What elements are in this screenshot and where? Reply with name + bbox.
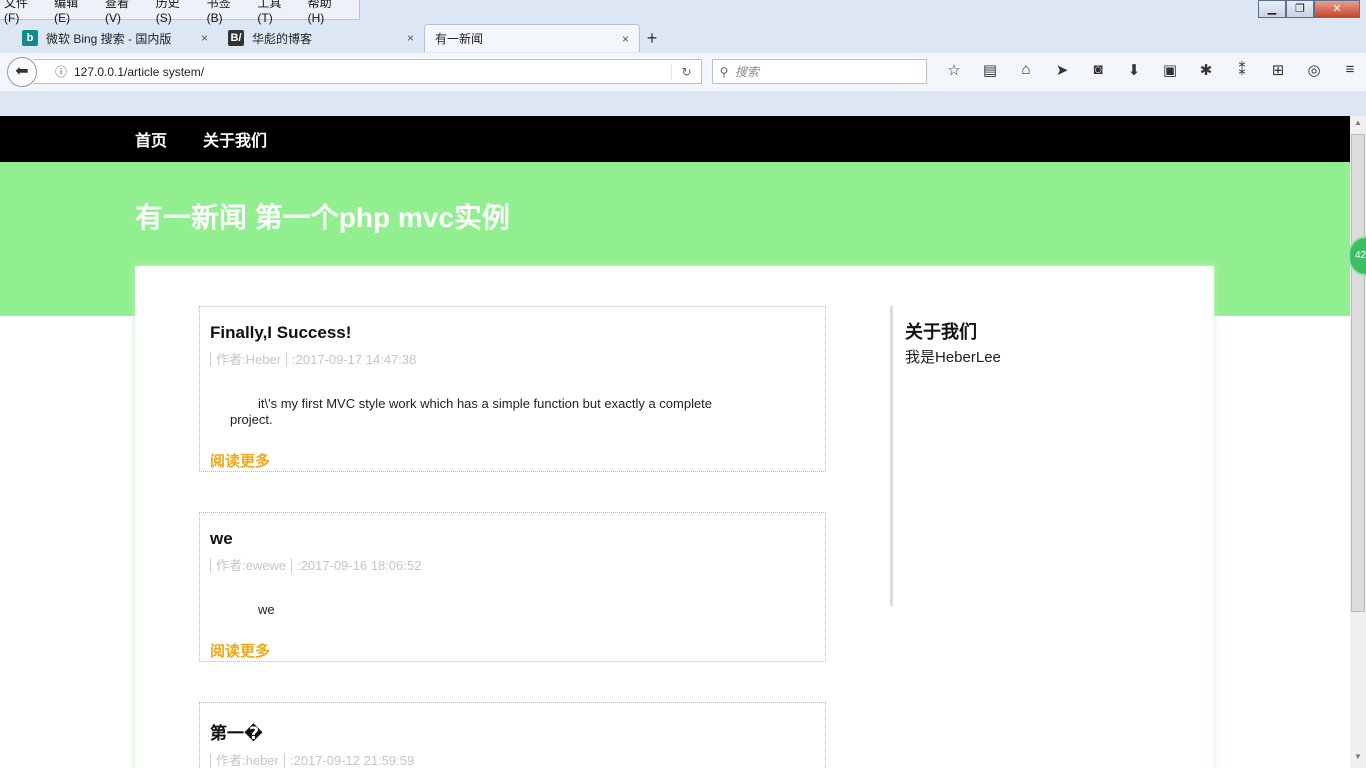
search-icon: ⚲ <box>719 64 729 79</box>
restore-button[interactable]: ❐ <box>1286 0 1314 18</box>
scrollbar-thumb[interactable] <box>1351 134 1365 612</box>
menu-bar: 文件(F) 编辑(E) 查看(V) 历史(S) 书签(B) 工具(T) 帮助(H… <box>0 0 360 25</box>
article-meta: 作者:Heber:2017-09-17 14:47:38 <box>210 349 815 368</box>
new-tab-button[interactable]: + <box>640 24 664 52</box>
scroll-down-icon[interactable]: ▼ <box>1350 752 1366 766</box>
scroll-up-icon[interactable]: ▲ <box>1350 118 1366 132</box>
article-date: :2017-09-17 14:47:38 <box>286 352 422 367</box>
article-date: :2017-09-16 18:06:52 <box>291 558 427 573</box>
menu-view[interactable]: 查看(V) <box>105 0 143 25</box>
pocket-icon[interactable]: ◙ <box>1080 61 1116 79</box>
tab-blog[interactable]: B/ 华彪的博客 × <box>218 24 424 52</box>
menu-tools[interactable]: 工具(T) <box>257 0 294 25</box>
sidebar-title: 关于我们 <box>905 322 977 342</box>
info-icon[interactable]: ⓘ <box>48 63 74 80</box>
tab-close-icon[interactable]: × <box>201 31 208 45</box>
address-bar[interactable]: ⓘ 127.0.0.1/article system/ ↻ <box>34 59 702 84</box>
tab-close-icon[interactable]: × <box>622 32 629 46</box>
menu-help[interactable]: 帮助(H) <box>308 0 346 25</box>
article-title[interactable]: Finally,I Success! <box>210 323 815 343</box>
article-author: 作者:ewewe <box>210 558 292 573</box>
blog-icon: B/ <box>228 30 244 46</box>
window-controls: ▁ ❐ ✕ <box>1258 0 1360 18</box>
search-placeholder: 搜索 <box>735 65 760 79</box>
menu-bookmarks[interactable]: 书签(B) <box>207 0 245 25</box>
browser-chrome: 文件(F) 编辑(E) 查看(V) 历史(S) 书签(B) 工具(T) 帮助(H… <box>0 0 1366 116</box>
about-sidebar: 关于我们 我是HeberLee <box>890 306 1001 606</box>
tab-title: 华彪的博客 <box>252 31 313 46</box>
reading-list-icon[interactable]: ▤ <box>972 61 1008 79</box>
minimize-button[interactable]: ▁ <box>1258 0 1286 18</box>
sidebar-text: 我是HeberLee <box>905 349 1001 366</box>
article-card: 第一� 作者:heber:2017-09-12 21:59:59 <box>199 702 826 768</box>
bing-icon: b <box>22 30 38 46</box>
tab-bing[interactable]: b 微软 Bing 搜索 - 国内版 × <box>12 24 218 52</box>
article-card: we 作者:ewewe:2017-09-16 18:06:52 we 阅读更多 <box>199 512 826 662</box>
tab-news-active[interactable]: 有一新闻 × <box>424 24 640 52</box>
read-more-link[interactable]: 阅读更多 <box>210 643 270 660</box>
article-meta: 作者:ewewe:2017-09-16 18:06:52 <box>210 555 815 574</box>
home-icon[interactable]: ⌂ <box>1008 61 1044 79</box>
site-nav: 首页 关于我们 <box>0 116 1350 162</box>
article-meta: 作者:heber:2017-09-12 21:59:59 <box>210 750 815 768</box>
menu-history[interactable]: 历史(S) <box>156 0 194 25</box>
article-author: 作者:Heber <box>210 352 287 367</box>
back-button[interactable]: ⬅ <box>7 57 37 87</box>
read-more-link[interactable]: 阅读更多 <box>210 453 270 470</box>
article-card: Finally,I Success! 作者:Heber:2017-09-17 1… <box>199 306 826 472</box>
navigation-toolbar: ⓘ 127.0.0.1/article system/ ↻ ⬅ ⚲ 搜索 ☆ ▤… <box>0 53 1366 91</box>
menu-file[interactable]: 文件(F) <box>4 0 41 25</box>
tab-title: 微软 Bing 搜索 - 国内版 <box>46 31 172 46</box>
hamburger-menu-icon[interactable]: ≡ <box>1332 61 1366 79</box>
tab-close-icon[interactable]: × <box>407 31 414 45</box>
bug-icon[interactable]: ✱ <box>1188 61 1224 79</box>
close-window-button[interactable]: ✕ <box>1314 0 1360 18</box>
search-box[interactable]: ⚲ 搜索 <box>712 59 927 84</box>
back-arrow-icon: ⬅ <box>15 63 29 80</box>
article-title[interactable]: 第一� <box>210 719 815 744</box>
content-panel: Finally,I Success! 作者:Heber:2017-09-17 1… <box>135 266 1214 768</box>
reader-icon[interactable]: ▣ <box>1152 61 1188 79</box>
article-title[interactable]: we <box>210 529 815 549</box>
nav-home-link[interactable]: 首页 <box>135 127 167 151</box>
nav-about-link[interactable]: 关于我们 <box>203 127 267 151</box>
article-abstract: we <box>258 602 275 617</box>
send-icon[interactable]: ➤ <box>1044 61 1080 79</box>
menu-edit[interactable]: 编辑(E) <box>54 0 92 25</box>
article-author: 作者:heber <box>210 753 284 768</box>
web-page: 首页 关于我们 有一新闻 第一个php mvc实例 Finally,I Succ… <box>0 116 1350 768</box>
download-icon[interactable]: ⬇ <box>1116 61 1152 79</box>
tab-title: 有一新闻 <box>435 32 484 46</box>
bookmark-star-icon[interactable]: ☆ <box>936 61 972 79</box>
footprints-icon[interactable]: ⁑ <box>1224 61 1260 79</box>
tab-strip: b 微软 Bing 搜索 - 国内版 × B/ 华彪的博客 × 有一新闻 × + <box>12 24 664 52</box>
article-abstract: it\'s my first MVC style work which has … <box>230 396 713 427</box>
toolbar-icons: ☆ ▤ ⌂ ➤ ◙ ⬇ ▣ ✱ ⁑ ⊞ ◎ ≡ <box>936 61 1366 79</box>
reload-icon[interactable]: ↻ <box>671 64 701 79</box>
page-scrollbar[interactable]: ▲ ▼ <box>1350 116 1366 768</box>
sync-icon[interactable]: ◎ <box>1296 61 1332 79</box>
article-date: :2017-09-12 21:59:59 <box>283 753 420 768</box>
site-title: 有一新闻 第一个php mvc实例 <box>135 202 510 233</box>
sitemap-icon[interactable]: ⊞ <box>1260 61 1296 79</box>
url-text[interactable]: 127.0.0.1/article system/ <box>74 65 671 79</box>
